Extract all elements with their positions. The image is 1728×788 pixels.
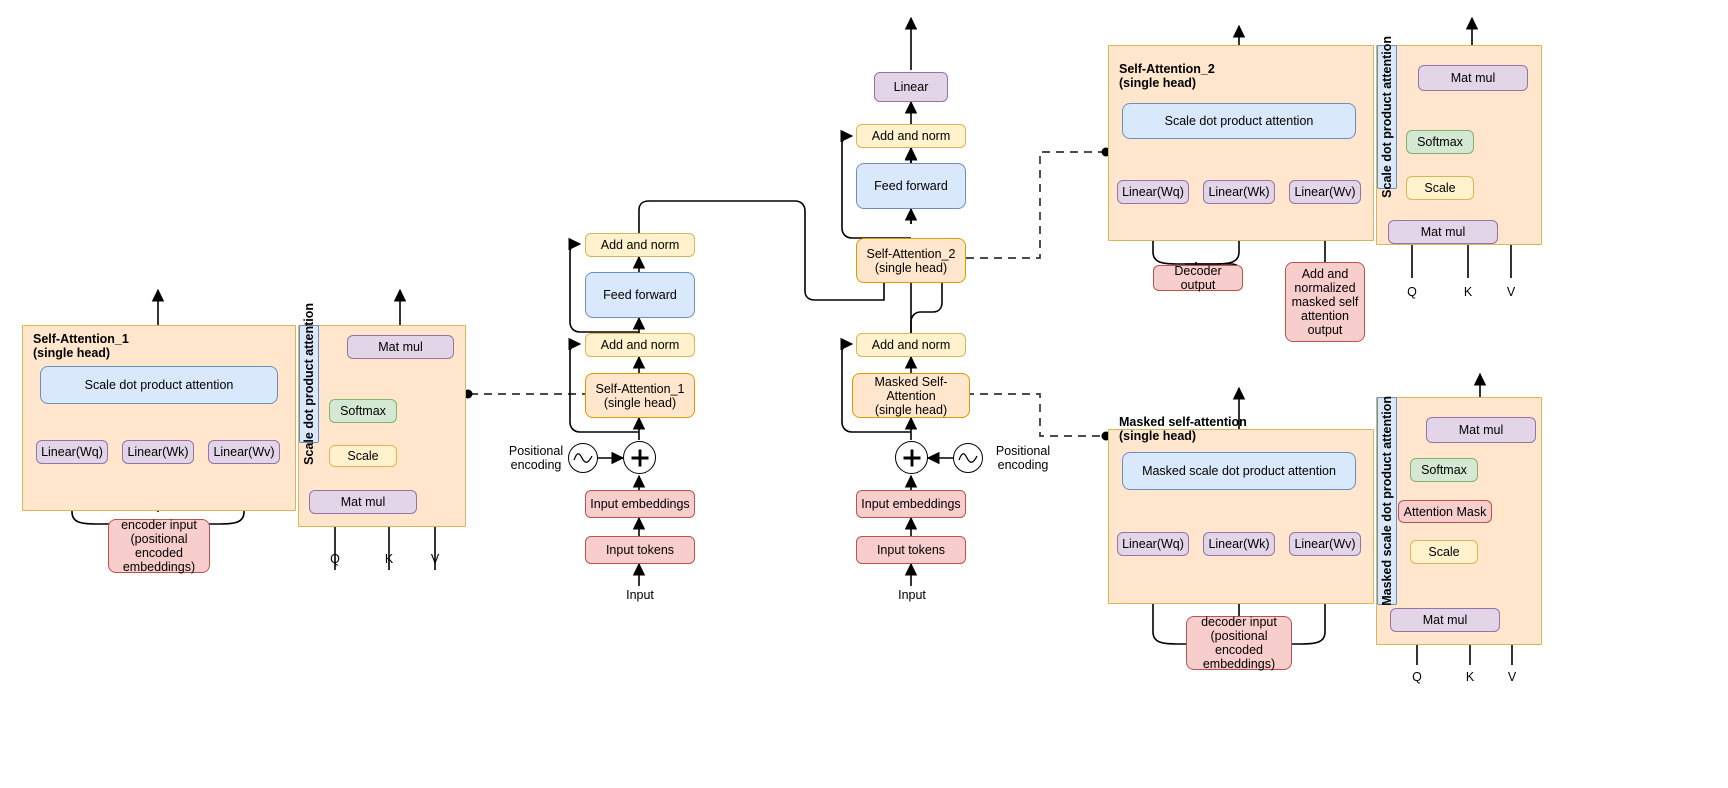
v-label-right: V [1506,285,1516,299]
k-label-left: K [384,552,394,566]
mat-mul-bottom-masked: Mat mul [1390,608,1500,632]
masked-sdpa-detail-panel-tab-label: Masked scale dot product attention [1380,396,1394,606]
sdpa-detail-panel-left-tab-label: Scale dot product attention [302,303,316,465]
scale-left: Scale [329,445,397,467]
decoder-self-attention-2[interactable]: Self-Attention_2 (single head) [856,238,966,283]
plus-icon [631,449,648,466]
encoder-positional-encoding-label: Positional encoding [508,444,564,472]
mat-mul-bottom-left: Mat mul [309,490,417,514]
k-label-masked: K [1465,670,1475,684]
decoder-positional-encoding-icon [953,443,983,473]
linear-wv-encoder: Linear(Wv) [208,440,280,464]
linear-wv-masked: Linear(Wv) [1289,532,1361,556]
self-attention-1-panel-title: Self-Attention_1 (single head) [33,332,129,360]
decoder-add-and-norm-top: Add and norm [856,124,966,148]
linear-wq-cross: Linear(Wq) [1117,180,1189,204]
encoder-feed-forward: Feed forward [585,272,695,318]
softmax-right: Softmax [1406,130,1474,154]
sine-wave-icon [958,453,978,463]
q-label-right: Q [1407,285,1417,299]
diagram-canvas: Self-Attention_1 (single head) Scale dot… [0,0,1728,788]
masked-self-attention-output-box: Add and normalized masked self attention… [1285,262,1365,342]
encoder-input-label: Input [626,588,654,602]
decoder-input-box: decoder input (positional encoded embedd… [1186,615,1292,671]
decoder-input-label: Input [898,588,926,602]
encoder-self-attention-1[interactable]: Self-Attention_1 (single head) [585,373,695,418]
encoder-input-embeddings: Input embeddings [585,490,695,518]
linear-wv-cross: Linear(Wv) [1289,180,1361,204]
scale-dot-product-attention-box-1: Scale dot product attention [40,366,278,404]
mat-mul-top-right: Mat mul [1418,65,1528,91]
softmax-masked: Softmax [1410,458,1478,482]
encoder-add-and-norm-top: Add and norm [585,233,695,257]
encoder-positional-encoding-icon [568,443,598,473]
masked-self-attention-panel-title: Masked self-attention (single head) [1119,415,1247,443]
self-attention-2-panel-title: Self-Attention_2 (single head) [1119,62,1215,90]
linear-wk-cross: Linear(Wk) [1203,180,1275,204]
decoder-masked-self-attention[interactable]: Masked Self-Attention (single head) [852,373,970,418]
masked-sdpa-detail-panel-tab: Masked scale dot product attention [1377,396,1397,606]
decoder-positional-encoding-label: Positional encoding [995,444,1051,472]
linear-wk-encoder: Linear(Wk) [122,440,194,464]
decoder-feed-forward: Feed forward [856,163,966,209]
softmax-left: Softmax [329,399,397,423]
plus-icon [903,449,920,466]
sdpa-detail-panel-left-tab: Scale dot product attention [299,303,319,465]
encoder-sum-icon [623,441,656,474]
sdpa-detail-panel-right-tab-label: Scale dot product attention [1380,36,1394,198]
attention-mask: Attention Mask [1398,500,1492,523]
linear-wk-masked: Linear(Wk) [1203,532,1275,556]
linear-wq-masked: Linear(Wq) [1117,532,1189,556]
decoder-output-box: Decoder output [1153,264,1243,292]
mat-mul-top-left: Mat mul [347,335,454,359]
encoder-input-box: encoder input (positional encoded embedd… [108,518,210,574]
decoder-linear: Linear [874,72,948,102]
decoder-input-embeddings: Input embeddings [856,490,966,518]
k-label-right: K [1463,285,1473,299]
decoder-input-tokens: Input tokens [856,536,966,564]
masked-scale-dot-product-attention-box: Masked scale dot product attention [1122,452,1356,490]
encoder-input-tokens: Input tokens [585,536,695,564]
scale-masked: Scale [1410,540,1478,564]
mat-mul-top-masked: Mat mul [1426,417,1536,443]
mat-mul-bottom-right: Mat mul [1388,220,1498,244]
scale-right: Scale [1406,176,1474,200]
decoder-sum-icon [895,441,928,474]
linear-wq-encoder: Linear(Wq) [36,440,108,464]
q-label-masked: Q [1412,670,1422,684]
v-label-left: V [430,552,440,566]
decoder-add-and-norm-bottom: Add and norm [856,333,966,357]
sine-wave-icon [573,453,593,463]
q-label-left: Q [330,552,340,566]
scale-dot-product-attention-box-2: Scale dot product attention [1122,103,1356,139]
v-label-masked: V [1507,670,1517,684]
sdpa-detail-panel-right-tab: Scale dot product attention [1377,36,1397,198]
encoder-add-and-norm-bottom: Add and norm [585,333,695,357]
